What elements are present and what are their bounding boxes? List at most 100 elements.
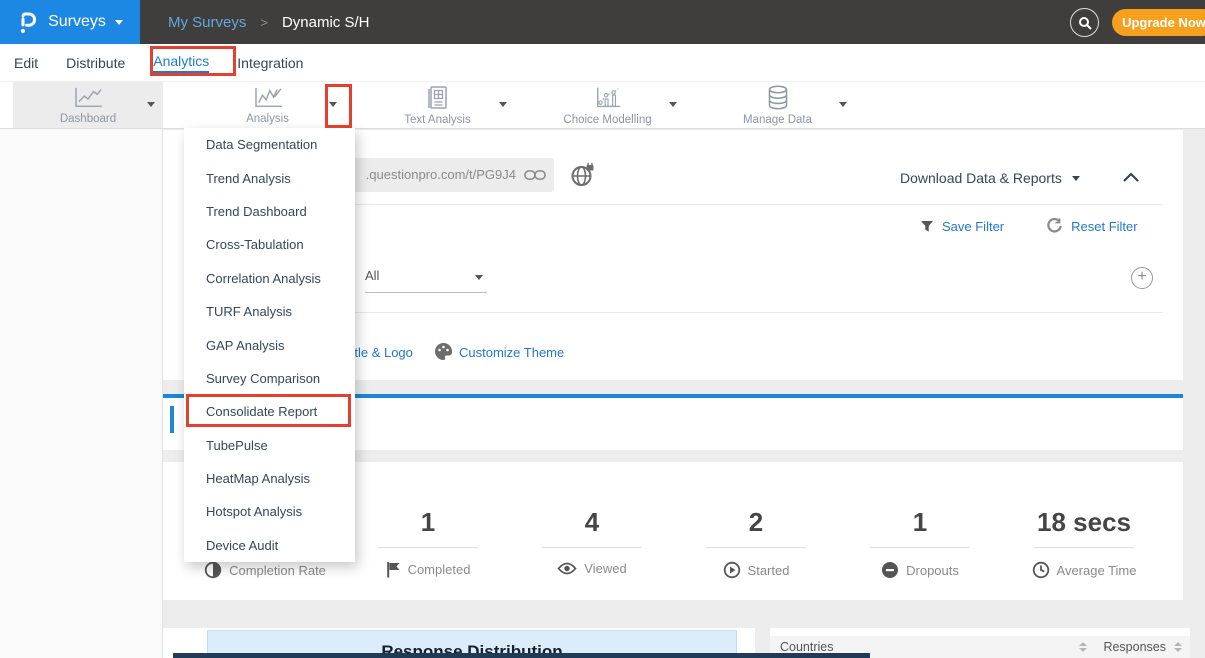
survey-url-text: .questionpro.com/t/PG9J4 <box>366 167 516 182</box>
toolbar-label-choice-modelling: Choice Modelling <box>563 114 651 126</box>
questionpro-logo-icon <box>17 9 39 36</box>
tab-edit[interactable]: Edit <box>14 55 38 71</box>
chevron-up-icon <box>1122 172 1140 183</box>
stat-underline <box>542 547 642 548</box>
text-document-icon <box>425 85 451 111</box>
analysis-chart-icon <box>252 86 284 110</box>
stat-average-time: 18 secs Average Time <box>1004 462 1164 579</box>
flag-icon <box>386 561 401 578</box>
stat-started: 2 Started <box>676 462 836 579</box>
filter-actions-row: Save Filter Reset Filter <box>920 218 1138 234</box>
stat-underline <box>1034 547 1134 548</box>
analysis-dropdown-menu: Data Segmentation Trend Analysis Trend D… <box>184 128 355 562</box>
sort-icon[interactable] <box>1079 642 1087 652</box>
add-filter-button[interactable]: + <box>1131 267 1153 289</box>
secure-link-button[interactable] <box>570 163 595 193</box>
stat-value: 18 secs <box>1004 507 1164 539</box>
stat-value: 4 <box>512 507 672 539</box>
database-icon <box>766 85 790 111</box>
stat-label: Viewed <box>584 561 626 576</box>
search-icon <box>1078 16 1092 30</box>
customize-theme-button[interactable] <box>434 342 453 366</box>
toolbar-label-text-analysis: Text Analysis <box>404 114 470 126</box>
toolbar-group-choice-modelling[interactable]: Choice Modelling <box>530 82 685 128</box>
reset-filter-button[interactable]: Reset Filter <box>1071 219 1137 234</box>
globe-lock-icon <box>570 163 595 188</box>
breadcrumb-separator: > <box>260 15 268 30</box>
collapse-panel-button[interactable] <box>1122 170 1140 188</box>
sort-icon[interactable] <box>1174 642 1182 652</box>
menu-item-correlation-analysis[interactable]: Correlation Analysis <box>184 262 355 295</box>
reset-icon <box>1046 218 1063 234</box>
dashboard-caret-icon[interactable] <box>147 102 155 107</box>
filter-select-caret-icon <box>475 275 483 280</box>
stat-value: 1 <box>840 507 1000 539</box>
filter-select[interactable]: All <box>365 262 487 293</box>
column-header-countries[interactable]: Countries <box>780 640 834 654</box>
stat-underline <box>378 547 478 548</box>
analysis-caret-icon[interactable] <box>329 102 337 107</box>
save-filter-button[interactable]: Save Filter <box>942 219 1004 234</box>
scatter-chart-icon <box>594 85 622 111</box>
stat-label: Average Time <box>1057 563 1137 578</box>
breadcrumb: My Surveys > Dynamic S/H <box>168 0 369 44</box>
menu-item-device-audit[interactable]: Device Audit <box>184 529 355 562</box>
stat-value: 1 <box>348 507 508 539</box>
stat-underline <box>706 547 806 548</box>
toolbar-group-analysis[interactable]: Analysis <box>190 82 345 128</box>
survey-nav-tabs: Edit Distribute Analytics Integration <box>0 44 1205 82</box>
stat-completed: 1 Completed <box>348 462 508 578</box>
menu-item-data-segmentation[interactable]: Data Segmentation <box>184 128 355 161</box>
breadcrumb-my-surveys[interactable]: My Surveys <box>168 14 246 31</box>
search-button[interactable] <box>1070 8 1099 37</box>
stat-label: Completed <box>408 562 471 577</box>
completion-rate-icon <box>204 561 222 579</box>
section-heading-accent <box>170 406 174 433</box>
tab-analytics[interactable]: Analytics <box>153 53 209 73</box>
menu-item-heatmap-analysis[interactable]: HeatMap Analysis <box>184 462 355 495</box>
left-margin-strip <box>0 129 163 658</box>
download-data-reports-label: Download Data & Reports <box>900 170 1062 186</box>
play-circle-icon <box>723 561 741 579</box>
menu-item-cross-tabulation[interactable]: Cross-Tabulation <box>184 228 355 261</box>
stat-underline <box>870 547 970 548</box>
menu-item-trend-dashboard[interactable]: Trend Dashboard <box>184 195 355 228</box>
tab-distribute[interactable]: Distribute <box>66 55 125 71</box>
filter-funnel-icon <box>920 220 934 233</box>
stat-label: Dropouts <box>906 563 959 578</box>
stat-value: 2 <box>676 507 836 539</box>
text-analysis-caret-icon[interactable] <box>499 102 507 107</box>
menu-item-consolidate-report[interactable]: Consolidate Report <box>184 395 355 428</box>
link-icon <box>524 169 546 181</box>
menu-item-turf-analysis[interactable]: TURF Analysis <box>184 295 355 328</box>
choice-modelling-caret-icon[interactable] <box>669 102 677 107</box>
toolbar-group-manage-data[interactable]: Manage Data <box>700 82 855 128</box>
column-header-responses[interactable]: Responses <box>1103 640 1166 654</box>
stat-label: Started <box>748 563 790 578</box>
upgrade-now-button[interactable]: Upgrade Now <box>1112 9 1205 36</box>
breadcrumb-current-survey: Dynamic S/H <box>282 14 370 31</box>
product-label: Surveys <box>48 13 106 31</box>
download-caret-icon <box>1072 176 1080 181</box>
manage-data-caret-icon[interactable] <box>839 102 847 107</box>
filter-select-value: All <box>365 268 379 283</box>
download-data-reports-dropdown[interactable]: Download Data & Reports <box>900 164 1080 192</box>
toolbar-label-dashboard: Dashboard <box>60 113 116 125</box>
stat-dropouts: 1 Dropouts <box>840 462 1000 579</box>
copy-link-button[interactable] <box>524 168 546 186</box>
toolbar-label-manage-data: Manage Data <box>743 114 812 126</box>
menu-item-hotspot-analysis[interactable]: Hotspot Analysis <box>184 495 355 528</box>
toolbar-label-analysis: Analysis <box>246 113 289 125</box>
toolbar-group-text-analysis[interactable]: Text Analysis <box>360 82 515 128</box>
clock-icon <box>1032 561 1050 579</box>
menu-item-tubepulse[interactable]: TubePulse <box>184 429 355 462</box>
menu-item-gap-analysis[interactable]: GAP Analysis <box>184 328 355 361</box>
stat-viewed: 4 Viewed <box>512 462 672 576</box>
palette-icon <box>434 342 453 361</box>
tab-integration[interactable]: Integration <box>237 55 303 71</box>
customize-theme-label[interactable]: Customize Theme <box>459 345 564 360</box>
surveys-product-menu[interactable]: Surveys <box>0 0 140 44</box>
menu-item-survey-comparison[interactable]: Survey Comparison <box>184 362 355 395</box>
menu-item-trend-analysis[interactable]: Trend Analysis <box>184 161 355 194</box>
toolbar-group-dashboard[interactable]: Dashboard <box>13 82 163 128</box>
